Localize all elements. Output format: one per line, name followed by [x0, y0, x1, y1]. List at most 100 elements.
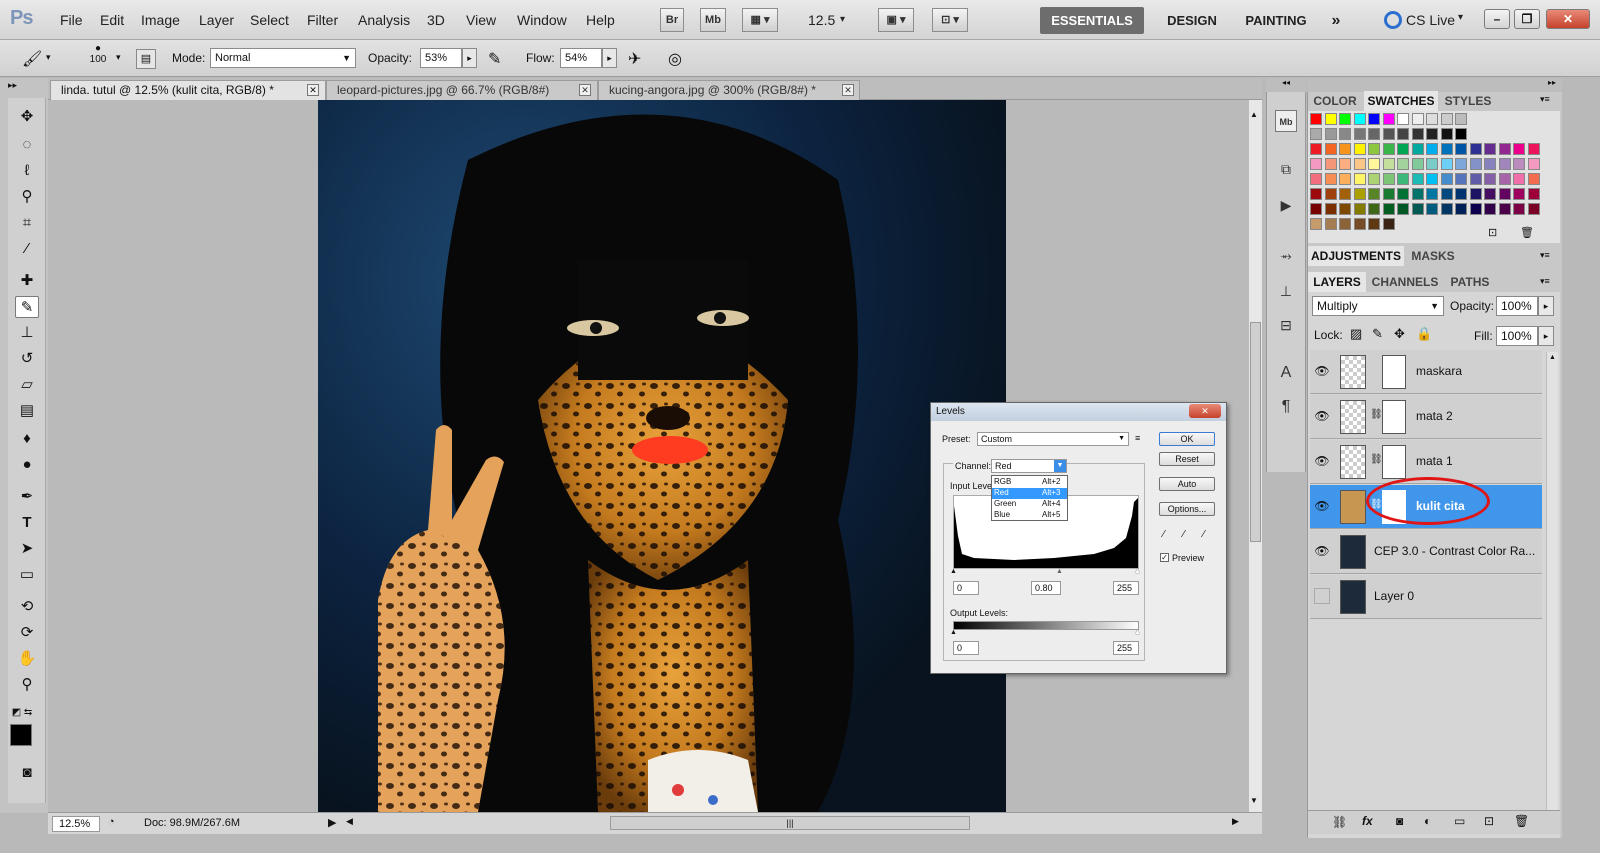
output-black-slider[interactable]: ▲ [950, 629, 957, 636]
swatch[interactable] [1426, 113, 1438, 125]
swatch[interactable] [1382, 113, 1395, 125]
fill-input[interactable]: 100% [1496, 326, 1538, 346]
delete-layer-icon[interactable]: 🗑 [1514, 814, 1529, 828]
bridge-button[interactable]: Br [660, 8, 684, 32]
swatch[interactable] [1397, 113, 1409, 125]
swatch[interactable] [1339, 113, 1351, 125]
input-black-field[interactable]: 0 [953, 581, 979, 595]
status-info-icon[interactable]: ◔ [108, 816, 115, 828]
preset-select[interactable]: Custom ▼ [977, 432, 1129, 446]
brush-presets-icon[interactable]: ⥇ [1275, 244, 1297, 266]
menu-file[interactable]: File [60, 12, 83, 28]
arrange-documents-button[interactable]: ▣ ▾ [878, 8, 914, 32]
swatch[interactable] [1484, 188, 1496, 200]
options-button[interactable]: Options... [1159, 502, 1215, 516]
swatch[interactable] [1513, 173, 1525, 185]
output-black-field[interactable]: 0 [953, 641, 979, 655]
visibility-eye-icon[interactable]: 👁 [1314, 498, 1330, 514]
document-image[interactable] [318, 100, 1006, 812]
swatch[interactable] [1310, 158, 1322, 170]
tab-styles[interactable]: STYLES [1440, 91, 1496, 111]
tool-preset-dropdown-icon[interactable]: ▾ [46, 52, 51, 63]
opacity-pressure-icon[interactable]: ✎ [488, 49, 501, 69]
eraser-tool-icon[interactable]: ▱ [15, 374, 39, 396]
swatch[interactable] [1484, 173, 1496, 185]
layer-mask-thumbnail[interactable] [1382, 445, 1406, 479]
swatch[interactable] [1426, 188, 1438, 200]
swatch[interactable] [1368, 173, 1380, 185]
swatch[interactable] [1397, 173, 1409, 185]
zoom-level[interactable]: 12.5 [808, 12, 835, 28]
scroll-left-icon[interactable]: ◀ [346, 816, 353, 827]
actions-icon[interactable]: ▶ [1275, 194, 1297, 216]
flow-input[interactable]: 54% [560, 48, 602, 68]
swatch[interactable] [1411, 143, 1424, 155]
close-tab-icon[interactable]: ✕ [307, 84, 319, 96]
swatch[interactable] [1469, 203, 1482, 215]
tab-leopard-pictures[interactable]: leopard-pictures.jpg @ 66.7% (RGB/8#) ✕ [326, 80, 598, 100]
swatch[interactable] [1411, 203, 1424, 215]
swatch[interactable] [1440, 128, 1453, 140]
3d-orbit-tool-icon[interactable]: ⟳ [15, 622, 39, 644]
close-button[interactable]: ✕ [1546, 9, 1590, 29]
swatch[interactable] [1353, 128, 1366, 140]
menu-layer[interactable]: Layer [199, 12, 234, 28]
swatch[interactable] [1382, 203, 1395, 215]
fill-slider-toggle[interactable]: ▸ [1538, 326, 1554, 346]
swatch[interactable] [1339, 188, 1351, 200]
swatch[interactable] [1324, 113, 1337, 125]
quick-mask-icon[interactable]: ◙ [15, 762, 39, 784]
layers-scrollbar[interactable]: ▲ [1546, 352, 1558, 812]
swatch[interactable] [1455, 203, 1467, 215]
marquee-tool-icon[interactable]: ◌ [15, 134, 39, 156]
channel-option-green[interactable]: Green Alt+4 [992, 499, 1067, 510]
swatch[interactable] [1455, 188, 1467, 200]
swatch[interactable] [1397, 128, 1409, 140]
swatch[interactable] [1353, 203, 1366, 215]
minibridge-button[interactable]: Mb [700, 8, 726, 32]
menu-view[interactable]: View [466, 12, 496, 28]
swatch[interactable] [1324, 188, 1337, 200]
preview-checkbox[interactable]: ✓ [1160, 553, 1169, 562]
swatch[interactable] [1397, 203, 1409, 215]
white-point-slider[interactable]: ▲ [1134, 568, 1141, 575]
lock-image-icon[interactable]: ✎ [1372, 326, 1383, 342]
visibility-eye-icon[interactable]: 👁 [1314, 363, 1330, 379]
dock-collapse-icon[interactable]: ◂◂ [1266, 78, 1306, 92]
swatch[interactable] [1353, 143, 1366, 155]
paragraph-icon[interactable]: ¶ [1275, 396, 1297, 418]
output-white-slider[interactable]: ▲ [1134, 629, 1141, 636]
workspace-essentials[interactable]: ESSENTIALS [1040, 7, 1144, 34]
swatch[interactable] [1339, 173, 1351, 185]
new-layer-icon[interactable]: ⊡ [1484, 814, 1494, 828]
delete-swatch-icon[interactable]: 🗑 [1520, 226, 1534, 239]
history-icon[interactable]: ⧉ [1275, 158, 1297, 180]
lasso-tool-icon[interactable]: ℓ [15, 160, 39, 182]
swatch[interactable] [1411, 113, 1424, 125]
swatch[interactable] [1382, 218, 1395, 230]
swatch[interactable] [1397, 143, 1409, 155]
swatch[interactable] [1484, 158, 1496, 170]
swatch[interactable] [1339, 203, 1351, 215]
add-mask-icon[interactable]: ◙ [1396, 814, 1403, 828]
blend-mode-select[interactable]: Multiply ▼ [1312, 296, 1444, 316]
adjustments-menu-icon[interactable]: ▾≡ [1540, 250, 1550, 261]
swatch[interactable] [1368, 143, 1380, 155]
white-eyedropper-icon[interactable]: ⁄ [1203, 529, 1205, 540]
swatch[interactable] [1527, 158, 1540, 170]
swatch[interactable] [1397, 158, 1409, 170]
swatch[interactable] [1382, 158, 1395, 170]
swatch[interactable] [1368, 218, 1380, 230]
swatch[interactable] [1440, 113, 1453, 125]
brush-tool-icon[interactable]: ✎ [15, 296, 39, 318]
swatch[interactable] [1484, 203, 1496, 215]
status-menu-arrow-icon[interactable]: ▶ [328, 816, 336, 829]
menu-edit[interactable]: Edit [100, 12, 124, 28]
tab-paths[interactable]: PATHS [1444, 272, 1496, 292]
brush-panel-toggle-icon[interactable]: ▤ [136, 49, 156, 69]
swatch[interactable] [1426, 203, 1438, 215]
dialog-close-button[interactable]: ✕ [1189, 404, 1221, 418]
collapse-toolbox-icon[interactable]: ▸▸ [8, 80, 17, 91]
swatch[interactable] [1527, 188, 1540, 200]
swatch[interactable] [1382, 173, 1395, 185]
